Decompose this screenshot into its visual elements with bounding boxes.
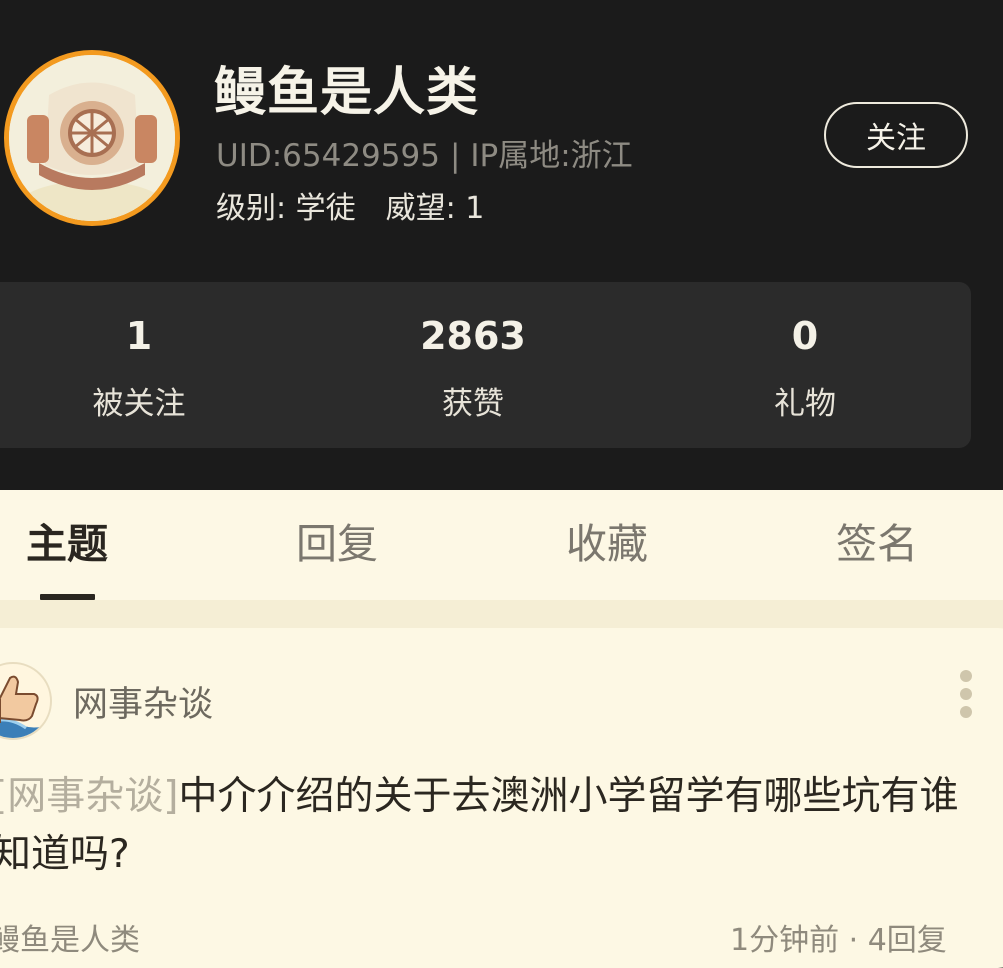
- forum-name[interactable]: 网事杂谈: [73, 676, 213, 727]
- ip-location-text: IP属地:浙江: [470, 138, 633, 174]
- stats-panel: 1 被关注 2863 获赞 0 礼物: [0, 282, 971, 448]
- post-meta: 1分钟前 · 4回复: [730, 923, 947, 958]
- tab-bar: 主题 回复 收藏 签名: [0, 490, 1003, 600]
- prestige-text: 威望: 1: [385, 191, 485, 226]
- follow-button[interactable]: 关注: [824, 102, 968, 168]
- stat-label: 礼物: [774, 386, 836, 422]
- profile-name: 鳗鱼是人类: [214, 63, 480, 123]
- more-options-icon[interactable]: [958, 670, 974, 726]
- uid-text: UID:65429595: [216, 138, 440, 174]
- post-title[interactable]: [网事杂谈]中介介绍的关于去澳洲小学留学有哪些坑有谁知道吗?: [0, 768, 982, 884]
- avatar[interactable]: [4, 50, 180, 226]
- post-author: 鳗鱼是人类: [0, 923, 140, 958]
- tab-favorites[interactable]: 收藏: [566, 510, 648, 570]
- tab-topics[interactable]: 主题: [26, 510, 108, 570]
- post-tag: [网事杂谈]: [0, 774, 179, 819]
- meta-separator: |: [449, 138, 461, 174]
- level-text: 级别: 学徒: [216, 191, 356, 226]
- profile-meta: UID:65429595 | IP属地:浙江: [216, 130, 633, 175]
- profile-level: 级别: 学徒 威望: 1: [216, 183, 484, 227]
- diving-helmet-icon: [9, 55, 175, 221]
- stat-label: 被关注: [92, 386, 186, 422]
- stat-label: 获赞: [442, 386, 504, 422]
- tab-signature[interactable]: 签名: [836, 510, 918, 570]
- tab-replies[interactable]: 回复: [296, 510, 378, 570]
- stat-value: 2863: [420, 314, 526, 358]
- stat-value: 1: [125, 314, 153, 358]
- stat-value: 0: [791, 314, 819, 358]
